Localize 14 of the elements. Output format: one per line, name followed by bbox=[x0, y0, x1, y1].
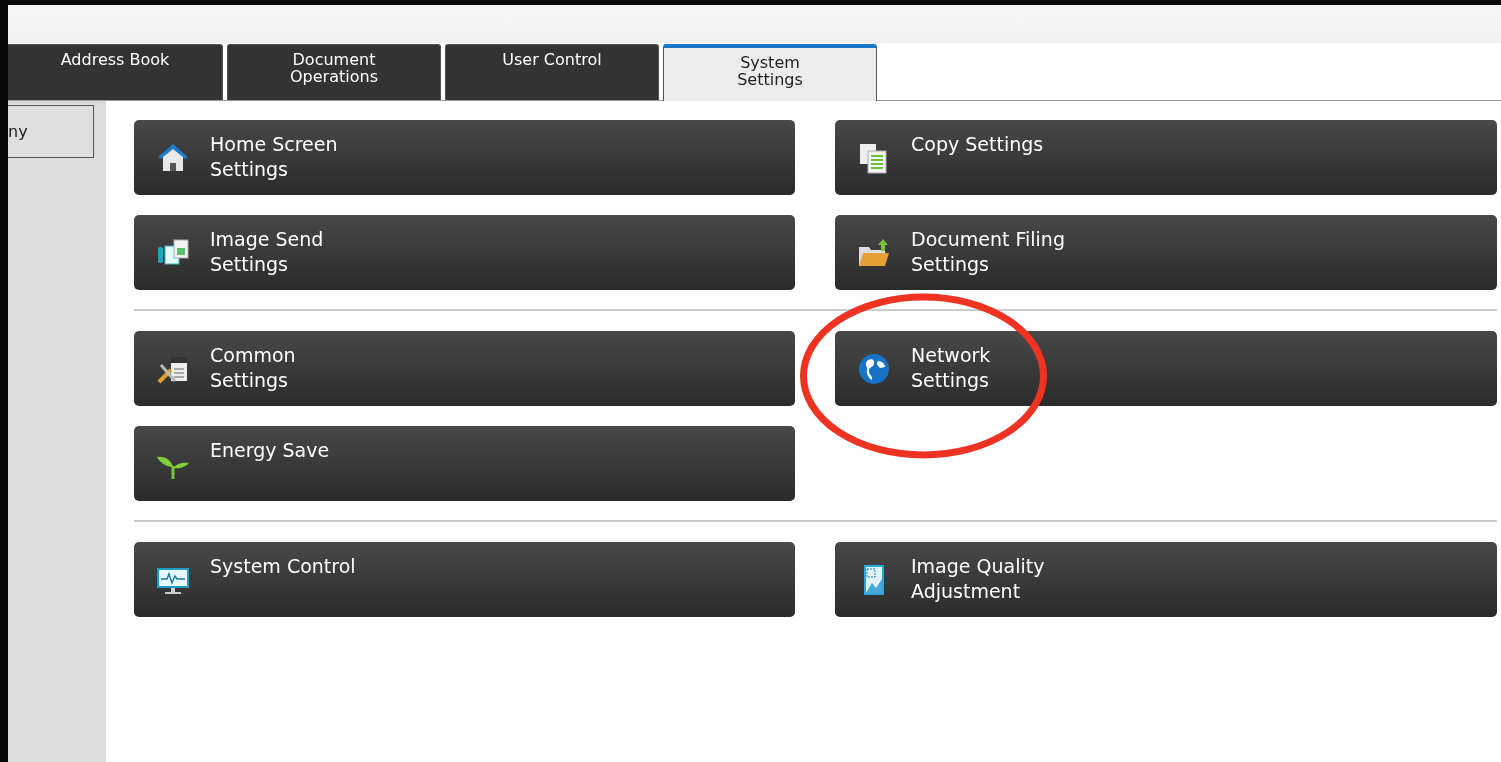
settings-button[interactable]: Home Screen Settings bbox=[134, 120, 795, 195]
tab[interactable]: User Control bbox=[445, 44, 659, 100]
settings-button[interactable]: Image Quality Adjustment bbox=[835, 542, 1497, 617]
settings-button[interactable]: Energy Save bbox=[134, 426, 795, 501]
settings-button[interactable]: Image Send Settings bbox=[134, 215, 795, 290]
tab[interactable]: System Settings bbox=[663, 44, 877, 101]
settings-button[interactable]: Document Filing Settings bbox=[835, 215, 1497, 290]
settings-button[interactable]: Common Settings bbox=[134, 331, 795, 406]
tab[interactable]: Address Book bbox=[8, 44, 223, 100]
settings-button[interactable]: System Control bbox=[134, 542, 795, 617]
settings-button[interactable]: Copy Settings bbox=[835, 120, 1497, 195]
sidebar-item[interactable]: ny bbox=[8, 105, 94, 158]
tab[interactable]: Document Operations bbox=[227, 44, 441, 100]
settings-button[interactable]: Network Settings bbox=[835, 331, 1497, 406]
